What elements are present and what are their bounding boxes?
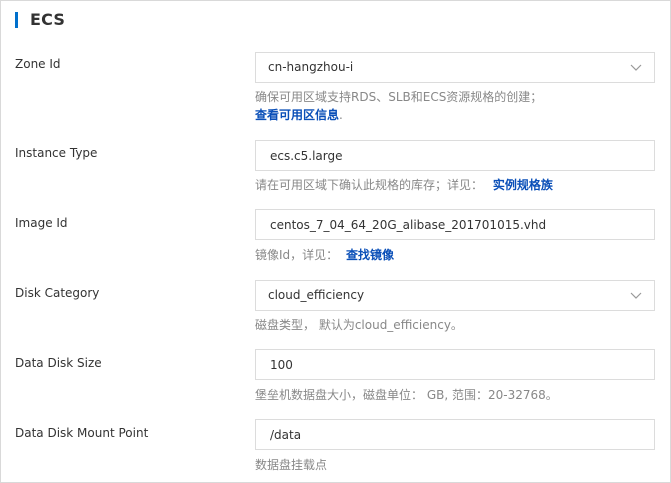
image-id-label: Image Id <box>15 216 68 230</box>
instance-type-help-text: 请在可用区域下确认此规格的库存；详见： <box>255 178 484 192</box>
mount-point-label: Data Disk Mount Point <box>15 426 149 440</box>
disk-category-label: Disk Category <box>15 286 100 300</box>
image-id-help: 镜像Id，详见： 查找镜像 <box>255 246 394 264</box>
section-accent-bar <box>15 11 18 28</box>
data-disk-size-label: Data Disk Size <box>15 356 102 370</box>
mount-point-field[interactable] <box>256 420 654 449</box>
zone-id-label: Zone Id <box>15 57 61 71</box>
image-id-help-text: 镜像Id，详见： <box>255 248 339 262</box>
image-id-input[interactable] <box>255 209 655 240</box>
data-disk-size-help: 堡垒机数据盘大小，磁盘单位： GB, 范围：20-32768。 <box>255 388 558 402</box>
zone-id-help: 确保可用区域支持RDS、SLB和ECS资源规格的创建； 查看可用区信息. <box>255 88 542 124</box>
zone-id-link-suffix: . <box>339 108 343 122</box>
disk-category-select[interactable]: cloud_efficiency <box>255 280 655 311</box>
chevron-down-icon <box>630 64 642 71</box>
chevron-down-icon <box>630 292 642 299</box>
instance-type-help: 请在可用区域下确认此规格的库存；详见： 实例规格族 <box>255 176 553 194</box>
section-title: ECS <box>30 10 66 29</box>
zone-id-select[interactable]: cn-hangzhou-i <box>255 52 655 83</box>
zone-id-help-text: 确保可用区域支持RDS、SLB和ECS资源规格的创建； <box>255 90 543 104</box>
data-disk-size-field[interactable] <box>256 350 654 379</box>
find-image-link[interactable]: 查找镜像 <box>346 248 394 262</box>
data-disk-size-input[interactable] <box>255 349 655 380</box>
instance-type-field[interactable] <box>256 141 654 170</box>
view-zone-info-link[interactable]: 查看可用区信息 <box>255 108 339 122</box>
section-header: ECS <box>15 10 65 29</box>
disk-category-value: cloud_efficiency <box>268 288 365 302</box>
image-id-field[interactable] <box>256 210 654 239</box>
instance-type-input[interactable] <box>255 140 655 171</box>
mount-point-input[interactable] <box>255 419 655 450</box>
disk-category-help: 磁盘类型， 默认为cloud_efficiency。 <box>255 318 463 332</box>
ecs-config-panel: ECS Zone Id cn-hangzhou-i 确保可用区域支持RDS、SL… <box>0 0 671 483</box>
instance-type-label: Instance Type <box>15 146 98 160</box>
mount-point-help: 数据盘挂载点 <box>255 458 328 472</box>
instance-family-link[interactable]: 实例规格族 <box>493 178 553 192</box>
zone-id-value: cn-hangzhou-i <box>268 60 354 74</box>
